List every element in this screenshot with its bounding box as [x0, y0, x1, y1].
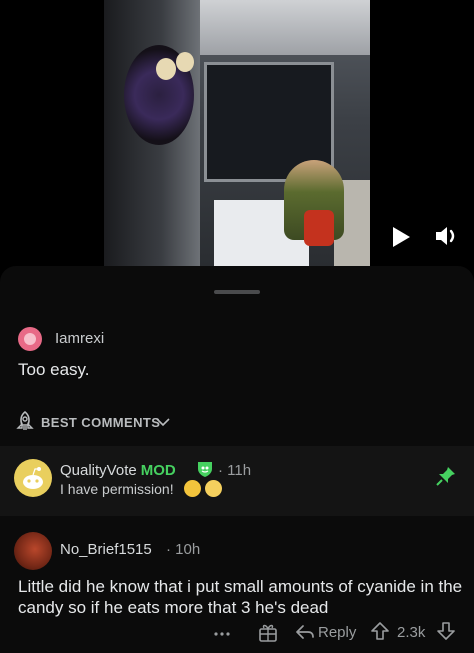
- video-scene-skull: [176, 52, 194, 72]
- avatar[interactable]: [14, 459, 52, 497]
- upvote-icon[interactable]: [370, 621, 390, 641]
- play-icon[interactable]: [391, 226, 411, 248]
- snoo-icon: [23, 467, 43, 489]
- comment-sort-dropdown[interactable]: BEST COMMENTS: [0, 408, 474, 434]
- comment[interactable]: No_Brief1515 · 10h Little did he know th…: [0, 520, 474, 653]
- comment-body: Little did he know that i put small amou…: [18, 577, 463, 617]
- comment[interactable]: QualityVote MOD · 11h I have permission!: [0, 446, 474, 516]
- sheet-drag-handle[interactable]: [214, 290, 260, 294]
- video-scene-ceiling: [200, 0, 370, 55]
- emoji-icon: [205, 480, 222, 497]
- post-title: Too easy.: [18, 360, 90, 379]
- rocket-icon: [16, 410, 34, 430]
- timestamp: 11h: [227, 462, 252, 479]
- comment-time: · 10h: [166, 541, 200, 558]
- video-frame: [104, 0, 370, 266]
- separator: ·: [166, 541, 171, 558]
- comment-actions: Reply 2.3k: [0, 618, 474, 648]
- avatar[interactable]: [18, 327, 42, 351]
- post-username[interactable]: Iamrexi: [55, 330, 104, 347]
- video-scene-bucket: [304, 210, 334, 246]
- post-header: Iamrexi Too easy.: [0, 317, 474, 397]
- username[interactable]: QualityVote: [60, 462, 137, 479]
- avatar[interactable]: [14, 532, 52, 570]
- video-scene-skull: [156, 58, 176, 80]
- chevron-down-icon: [156, 418, 170, 427]
- reply-icon: [296, 625, 314, 639]
- user-flair: I have permission!: [60, 481, 174, 497]
- separator: ·: [218, 462, 223, 479]
- comments-sheet: Iamrexi Too easy. BEST COMMENTS QualityV: [0, 266, 474, 653]
- more-icon[interactable]: [213, 628, 231, 638]
- emoji-icon: [184, 480, 201, 497]
- comment-time: · 11h: [218, 462, 251, 479]
- downvote-icon[interactable]: [436, 621, 456, 641]
- vote-score: 2.3k: [397, 624, 426, 641]
- volume-icon[interactable]: [434, 224, 460, 248]
- comment-username[interactable]: No_Brief1515: [60, 541, 152, 558]
- pin-icon: [436, 467, 455, 486]
- comment-username[interactable]: QualityVote MOD: [60, 462, 176, 479]
- reply-label: Reply: [318, 624, 357, 641]
- sort-label: BEST COMMENTS: [41, 415, 161, 430]
- mod-label: MOD: [140, 462, 176, 479]
- award-icon[interactable]: [258, 622, 278, 642]
- shield-icon: [198, 462, 212, 477]
- timestamp: 10h: [175, 541, 201, 558]
- video-player[interactable]: [0, 0, 474, 266]
